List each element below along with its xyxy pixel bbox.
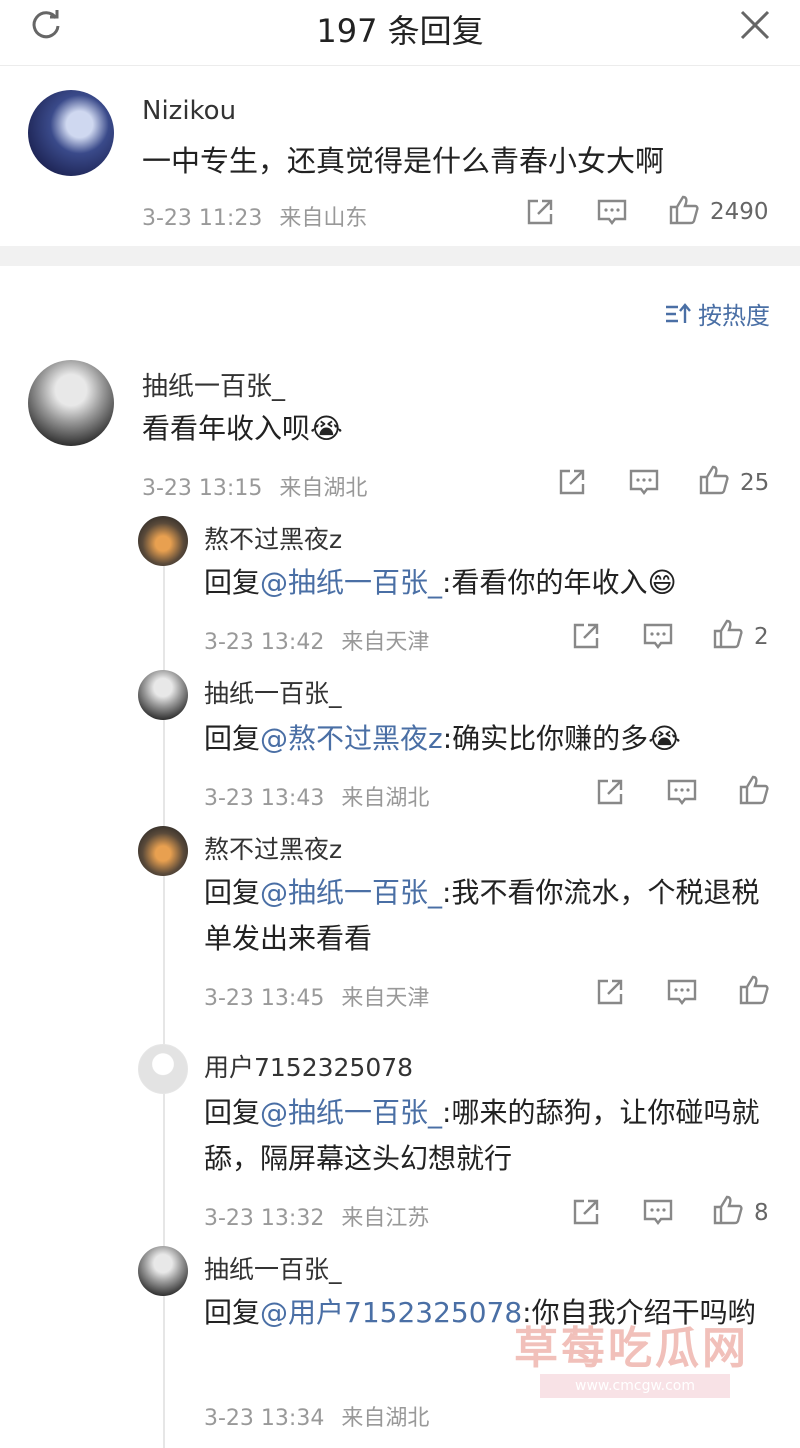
watermark-url: www.cmcgw.com (540, 1374, 730, 1398)
section-divider (0, 246, 800, 266)
reply-text: 回复@抽纸一百张_:我不看你流水，个税退税单发出来看看 (204, 876, 760, 955)
username[interactable]: 抽纸一百张_ (204, 674, 342, 710)
sort-label: 按热度 (698, 302, 770, 330)
username[interactable]: 用户7152325078 (204, 1048, 413, 1084)
reply-text: 回复@抽纸一百张_:哪来的舔狗，让你碰吗就舔，隔屏幕这头幻想就行 (204, 1096, 760, 1175)
top-bar: 197 条回复 (0, 0, 800, 66)
avatar[interactable] (138, 670, 188, 720)
like-icon[interactable] (738, 774, 770, 806)
mention-link[interactable]: @抽纸一百张_ (260, 876, 442, 909)
comment-meta: 3-23 11:23 来自山东 (142, 200, 367, 232)
watermark: 草莓吃瓜网 (514, 1323, 749, 1374)
close-icon[interactable] (738, 8, 772, 42)
location: 来自天津 (341, 986, 430, 1011)
sort-toggle[interactable]: 按热度 (664, 296, 770, 331)
timestamp: 3-23 13:42 (204, 630, 325, 655)
share-icon[interactable] (570, 620, 602, 652)
share-icon[interactable] (594, 976, 626, 1008)
like-count: 2490 (710, 199, 769, 225)
comment-icon[interactable] (596, 196, 628, 228)
mention-link[interactable]: @抽纸一百张_ (260, 1096, 442, 1129)
comment-meta: 3-23 13:43 来自湖北 (204, 780, 429, 812)
location: 来自江苏 (341, 1206, 430, 1231)
comment-meta: 3-23 13:15 来自湖北 (142, 470, 367, 502)
mention-link[interactable]: @抽纸一百张_ (260, 566, 442, 599)
timestamp: 3-23 13:45 (204, 986, 325, 1011)
avatar[interactable] (138, 1044, 188, 1094)
avatar[interactable] (28, 90, 114, 176)
location: 来自天津 (341, 630, 430, 655)
reply-text: 回复@抽纸一百张_:看看你的年收入😄 (204, 566, 677, 599)
username[interactable]: 熬不过黑夜z (204, 520, 342, 556)
comment-icon[interactable] (666, 976, 698, 1008)
comment-meta: 3-23 13:42 来自天津 (204, 624, 429, 656)
comment-text: 一中专生，还真觉得是什么青春小女大啊 (142, 144, 665, 178)
main-comment: Nizikou 一中专生，还真觉得是什么青春小女大啊 3-23 11:23 来自… (0, 66, 800, 246)
username[interactable]: 熬不过黑夜z (204, 830, 342, 866)
share-icon[interactable] (524, 196, 556, 228)
like-icon[interactable] (712, 618, 744, 650)
comment-icon[interactable] (666, 776, 698, 808)
like-icon[interactable] (738, 974, 770, 1006)
location: 来自湖北 (341, 1406, 430, 1431)
timestamp: 3-23 11:23 (142, 206, 263, 231)
like-icon[interactable] (668, 194, 700, 226)
username[interactable]: 抽纸一百张_ (142, 366, 285, 403)
like-count: 25 (740, 470, 770, 496)
timestamp: 3-23 13:15 (142, 476, 263, 501)
share-icon[interactable] (594, 776, 626, 808)
comment-icon[interactable] (642, 620, 674, 652)
page-title: 197 条回复 (316, 12, 484, 50)
comment-meta: 3-23 13:45 来自天津 (204, 980, 429, 1012)
location: 来自湖北 (341, 786, 430, 811)
share-icon[interactable] (556, 466, 588, 498)
timestamp: 3-23 13:43 (204, 786, 325, 811)
like-count: 8 (754, 1200, 769, 1226)
like-icon[interactable] (698, 464, 730, 496)
comment-meta: 3-23 13:34 来自湖北 (204, 1400, 429, 1432)
avatar[interactable] (28, 360, 114, 446)
comment-icon[interactable] (642, 1196, 674, 1228)
share-icon[interactable] (570, 1196, 602, 1228)
location: 来自湖北 (279, 476, 368, 501)
comment-meta: 3-23 13:32 来自江苏 (204, 1200, 429, 1232)
timestamp: 3-23 13:34 (204, 1406, 325, 1431)
mention-link[interactable]: @用户7152325078 (260, 1296, 522, 1329)
username[interactable]: Nizikou (142, 96, 236, 126)
timestamp: 3-23 13:32 (204, 1206, 325, 1231)
sort-icon (666, 302, 691, 323)
avatar[interactable] (138, 1246, 188, 1296)
like-count: 2 (754, 624, 769, 650)
reply-text: 回复@熬不过黑夜z:确实比你赚的多😭 (204, 722, 681, 755)
like-icon[interactable] (712, 1194, 744, 1226)
username[interactable]: 抽纸一百张_ (204, 1250, 342, 1286)
avatar[interactable] (138, 516, 188, 566)
mention-link[interactable]: @熬不过黑夜z (260, 722, 443, 755)
location: 来自山东 (279, 206, 368, 231)
comment-icon[interactable] (628, 466, 660, 498)
comment-text: 看看年收入呗😭 (142, 412, 343, 445)
avatar[interactable] (138, 826, 188, 876)
